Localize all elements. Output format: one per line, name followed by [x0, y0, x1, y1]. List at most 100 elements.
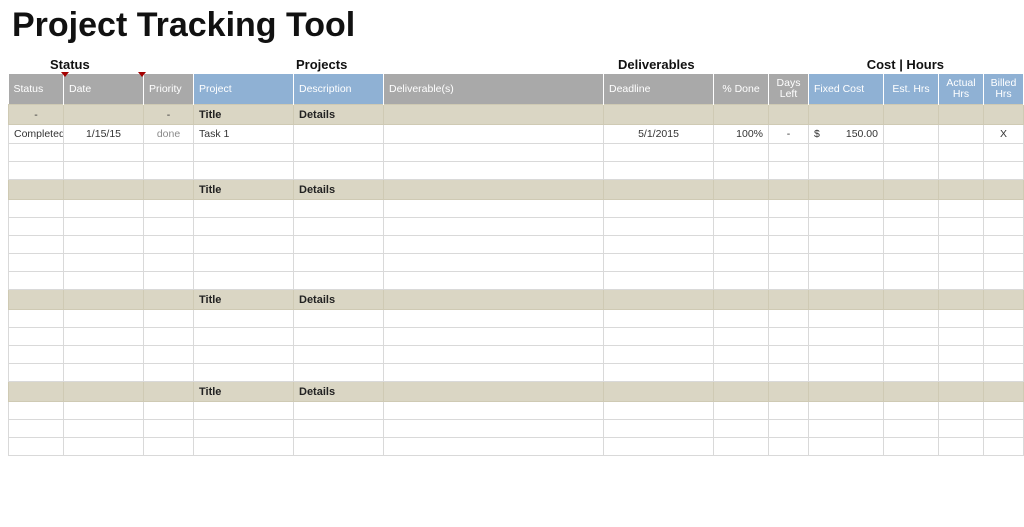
cell[interactable]: - [144, 105, 194, 125]
cell-deadline[interactable]: 5/1/2015 [604, 125, 714, 144]
cell[interactable] [9, 236, 64, 254]
cell[interactable] [294, 420, 384, 438]
col-description[interactable]: Description [294, 74, 384, 105]
cell[interactable] [884, 328, 939, 346]
cell[interactable] [714, 346, 769, 364]
cell[interactable] [384, 218, 604, 236]
cell[interactable] [64, 328, 144, 346]
cell[interactable] [984, 438, 1024, 456]
cell[interactable] [769, 382, 809, 402]
col-billed-hrs[interactable]: Billed Hrs [984, 74, 1024, 105]
cell[interactable] [384, 438, 604, 456]
cell[interactable] [194, 144, 294, 162]
cell-deliv[interactable] [384, 125, 604, 144]
col-pct-done[interactable]: % Done [714, 74, 769, 105]
col-priority[interactable]: Priority [144, 74, 194, 105]
cell[interactable] [194, 364, 294, 382]
cell[interactable] [939, 180, 984, 200]
cell-priority[interactable]: done [144, 125, 194, 144]
cell[interactable] [384, 180, 604, 200]
cell[interactable] [809, 180, 884, 200]
cell[interactable] [984, 105, 1024, 125]
cell[interactable] [9, 420, 64, 438]
cell[interactable] [9, 382, 64, 402]
cell[interactable] [64, 180, 144, 200]
cell[interactable] [714, 438, 769, 456]
cell[interactable] [884, 254, 939, 272]
section-title-cell[interactable]: Title [194, 290, 294, 310]
cell[interactable] [144, 144, 194, 162]
cell[interactable] [939, 272, 984, 290]
cell[interactable] [939, 420, 984, 438]
col-actual-hrs[interactable]: Actual Hrs [939, 74, 984, 105]
cell[interactable] [984, 364, 1024, 382]
cell[interactable] [884, 200, 939, 218]
cell[interactable] [194, 402, 294, 420]
cell-days-left[interactable]: - [769, 125, 809, 144]
cell[interactable] [809, 382, 884, 402]
cell[interactable] [809, 272, 884, 290]
cell[interactable] [384, 364, 604, 382]
col-deadline[interactable]: Deadline [604, 74, 714, 105]
cell[interactable] [809, 218, 884, 236]
cell[interactable] [809, 364, 884, 382]
cell[interactable] [714, 328, 769, 346]
cell[interactable] [884, 402, 939, 420]
cell[interactable] [809, 254, 884, 272]
cell[interactable] [714, 382, 769, 402]
cell[interactable] [384, 105, 604, 125]
cell[interactable] [984, 290, 1024, 310]
cell[interactable] [884, 105, 939, 125]
cell[interactable] [769, 420, 809, 438]
cell[interactable] [64, 272, 144, 290]
section-details-cell[interactable]: Details [294, 382, 384, 402]
cell[interactable] [714, 402, 769, 420]
cell[interactable] [144, 162, 194, 180]
cell[interactable] [144, 254, 194, 272]
cell[interactable] [144, 180, 194, 200]
cell[interactable] [604, 254, 714, 272]
cell[interactable] [769, 272, 809, 290]
cell[interactable] [769, 290, 809, 310]
cell[interactable] [194, 438, 294, 456]
cell-est-hrs[interactable] [884, 125, 939, 144]
cell[interactable] [144, 290, 194, 310]
cell[interactable] [384, 346, 604, 364]
cell[interactable] [604, 420, 714, 438]
cell[interactable] [194, 218, 294, 236]
cell[interactable] [64, 290, 144, 310]
cell[interactable] [884, 162, 939, 180]
cell[interactable] [9, 218, 64, 236]
cell[interactable] [984, 218, 1024, 236]
cell-project[interactable]: Task 1 [194, 125, 294, 144]
cell[interactable] [984, 346, 1024, 364]
cell[interactable] [294, 346, 384, 364]
cell[interactable] [769, 254, 809, 272]
cell[interactable] [194, 200, 294, 218]
cell[interactable] [194, 254, 294, 272]
cell[interactable] [144, 310, 194, 328]
cell[interactable] [64, 162, 144, 180]
cell[interactable] [984, 328, 1024, 346]
cell[interactable] [384, 144, 604, 162]
cell[interactable] [194, 236, 294, 254]
cell[interactable] [809, 200, 884, 218]
cell[interactable] [64, 236, 144, 254]
cell[interactable] [64, 382, 144, 402]
cell[interactable] [769, 144, 809, 162]
col-days-left[interactable]: Days Left [769, 74, 809, 105]
cell[interactable] [194, 162, 294, 180]
cell[interactable] [769, 180, 809, 200]
cell[interactable] [884, 310, 939, 328]
cell[interactable] [769, 218, 809, 236]
cell[interactable] [384, 200, 604, 218]
cell[interactable] [939, 364, 984, 382]
cell[interactable] [984, 162, 1024, 180]
cell[interactable] [144, 402, 194, 420]
cell[interactable] [384, 402, 604, 420]
cell[interactable] [384, 254, 604, 272]
cell[interactable] [604, 364, 714, 382]
cell-billed-hrs[interactable]: X [984, 125, 1024, 144]
col-fixed-cost[interactable]: Fixed Cost [809, 74, 884, 105]
cell[interactable] [884, 218, 939, 236]
